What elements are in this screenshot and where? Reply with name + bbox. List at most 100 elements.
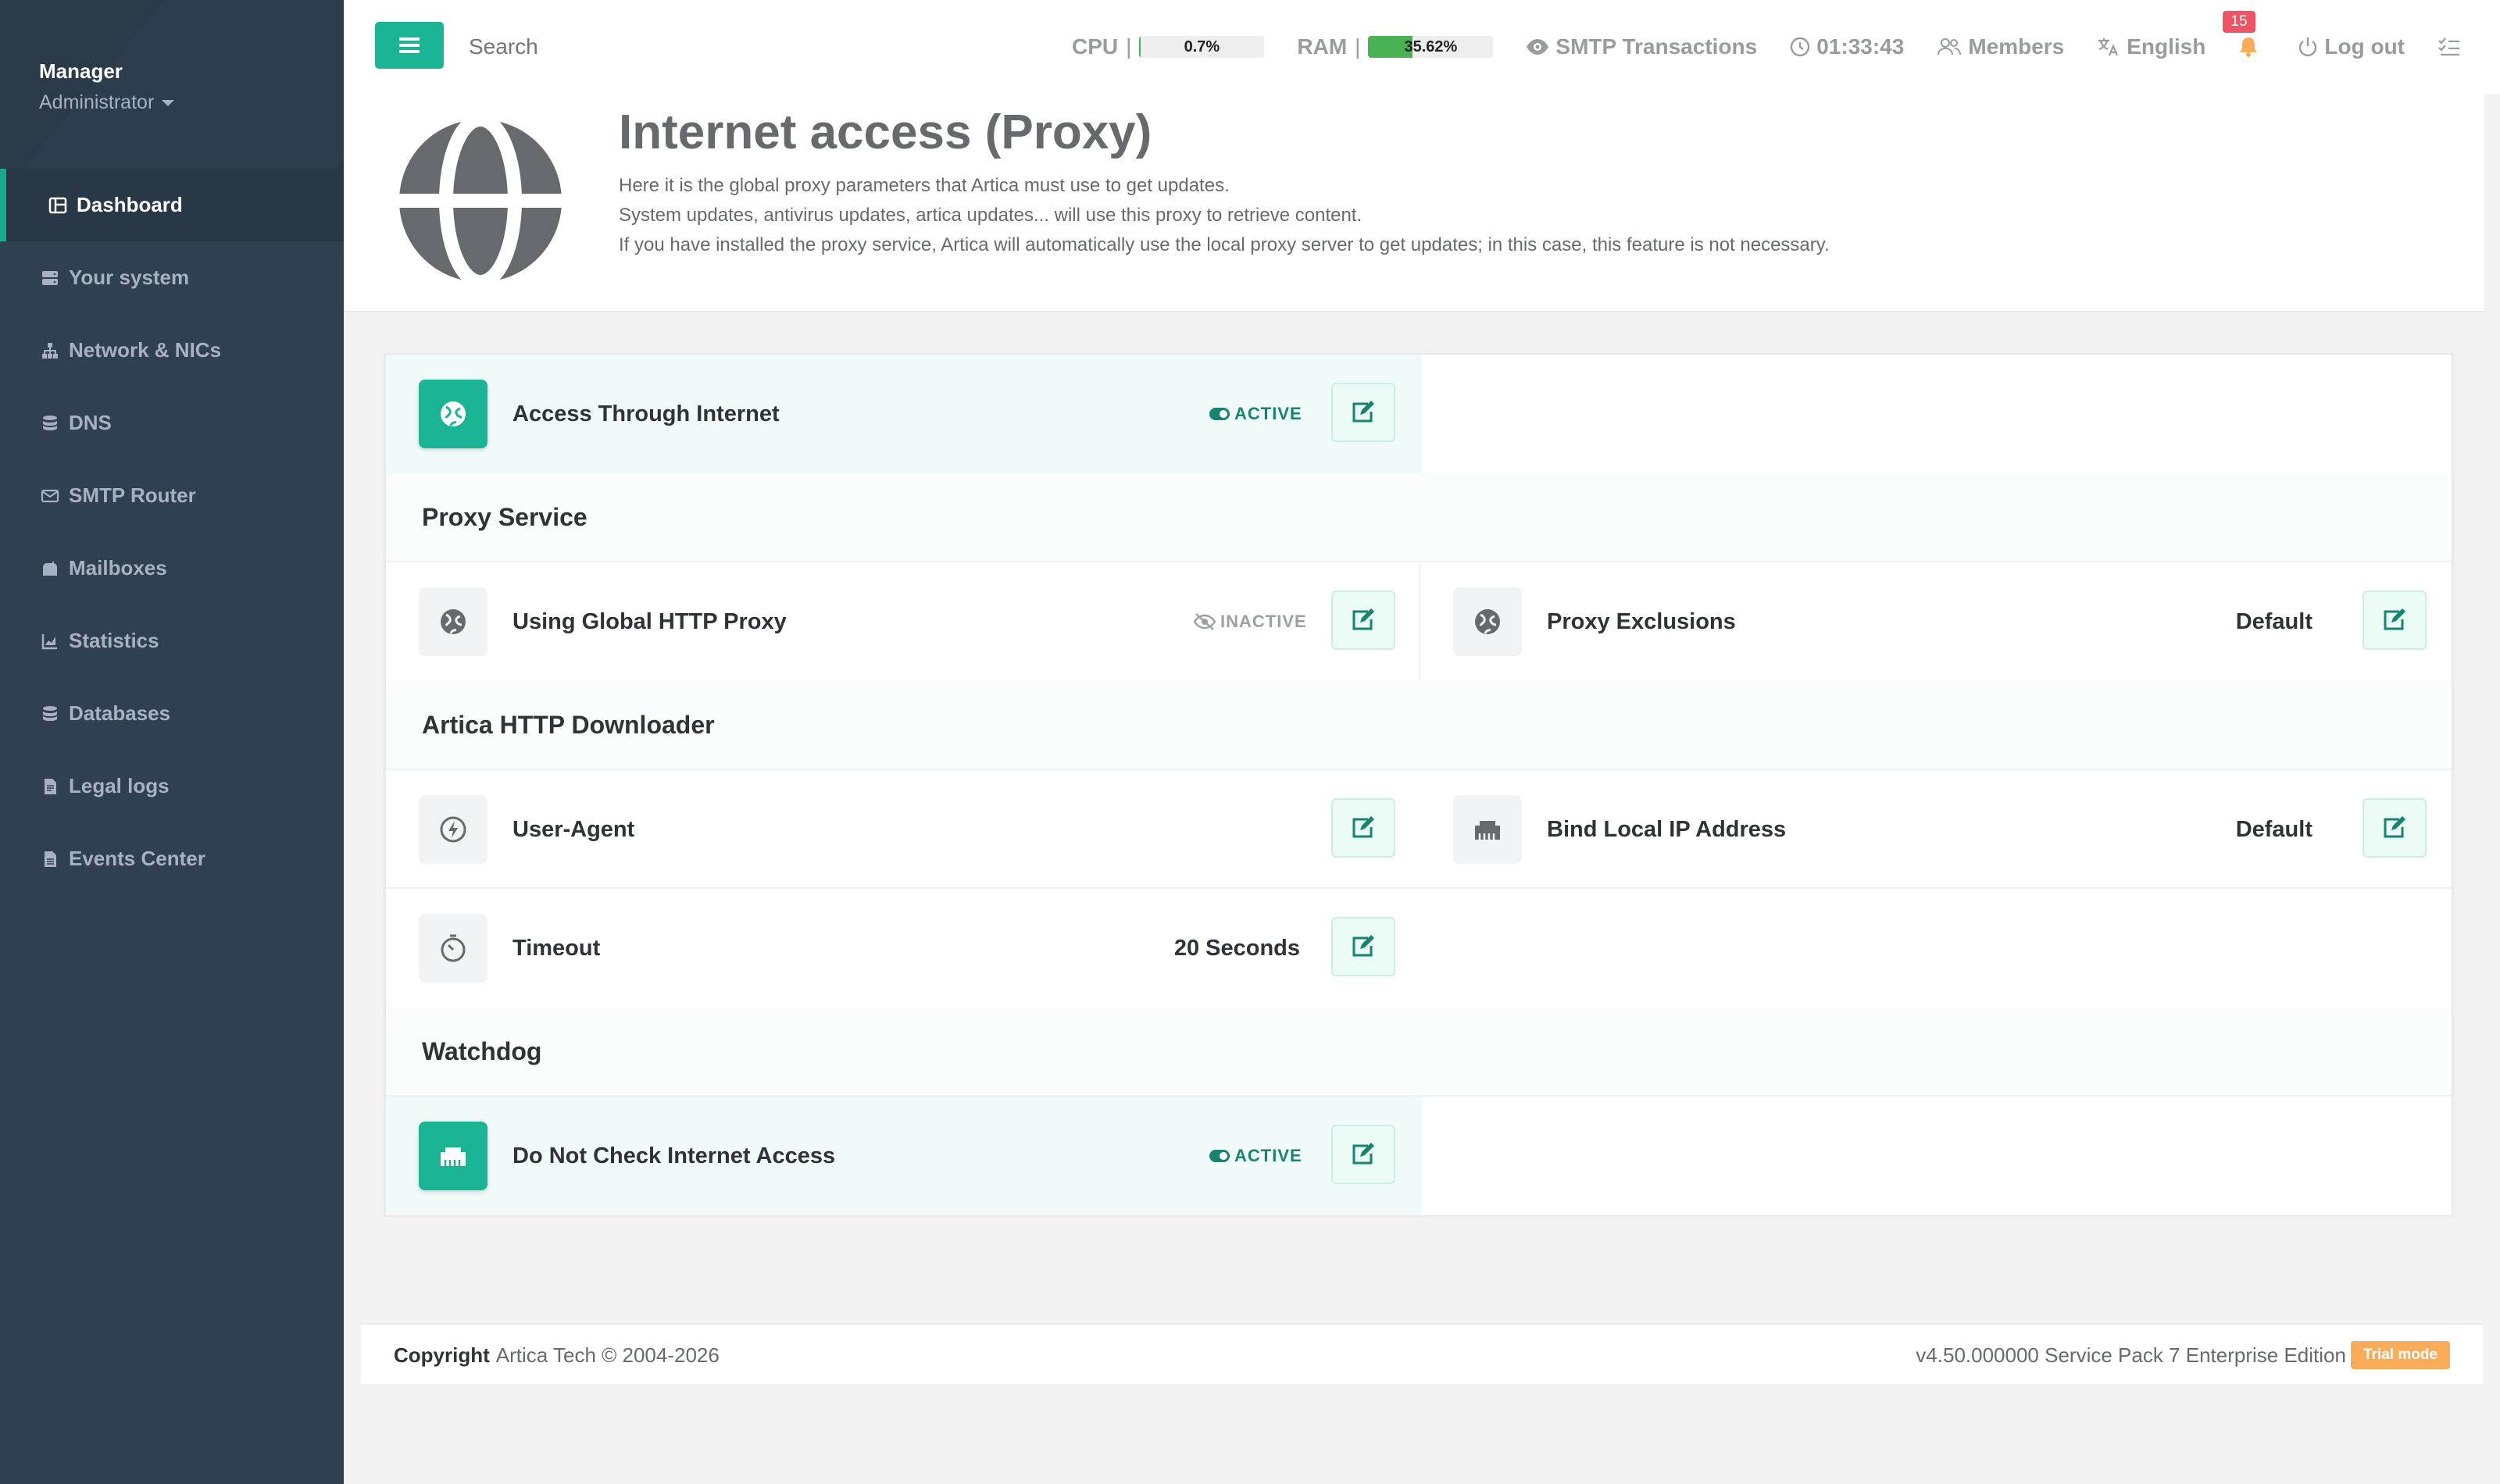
timeout-cell: Timeout 20 Seconds — [386, 889, 1419, 1008]
sidebar-item-network[interactable]: Network & NICs — [0, 314, 344, 387]
ethernet-icon — [419, 1122, 488, 1190]
page-header: Internet access (Proxy) Here it is the g… — [344, 94, 2484, 312]
sidebar-item-label: Network & NICs — [69, 338, 222, 362]
sidebar-item-label: Legal logs — [69, 774, 170, 797]
language-label: English — [2127, 34, 2206, 59]
sidebar-item-statistics[interactable]: Statistics — [0, 605, 344, 677]
settings-row: Access Through Internet ACTIVE — [386, 355, 2452, 473]
sidebar-item-label: Dashboard — [77, 193, 183, 216]
timeout-value: 20 Seconds — [1173, 935, 1300, 961]
profile-role-dropdown[interactable]: Administrator — [39, 91, 305, 114]
tasks-list-icon — [2438, 37, 2459, 56]
sidebar-item-label: SMTP Router — [69, 483, 196, 507]
server-icon — [41, 269, 59, 287]
version-info: v4.50.000000 Service Pack 7 Enterprise E… — [1916, 1325, 2450, 1386]
notifications-button[interactable]: 15 — [2223, 11, 2265, 58]
sidebar-item-dns[interactable]: DNS — [0, 387, 344, 459]
sidebar-item-your-system[interactable]: Your system — [0, 241, 344, 314]
language-selector[interactable]: English — [2097, 34, 2205, 59]
network-icon — [41, 341, 59, 360]
smtp-transactions-link[interactable]: SMTP Transactions — [1526, 34, 1757, 59]
toggle-on-icon — [1209, 1150, 1230, 1162]
user-agent-cell: User-Agent — [386, 770, 1419, 889]
sidebar-item-label: Your system — [69, 266, 190, 289]
proxy-exclusions-cell: Proxy Exclusions Default — [1420, 562, 2452, 681]
cpu-bar: 0.7% — [1139, 36, 1265, 58]
proxy-exclusions-label: Proxy Exclusions — [1547, 608, 1736, 634]
status-text: ACTIVE — [1234, 404, 1302, 423]
clock-icon — [1791, 37, 1810, 57]
top-navbar: CPU | 0.7% RAM | 35.62% SMTP Transaction… — [344, 0, 2500, 94]
globe-icon — [419, 380, 488, 448]
sidebar-item-mailboxes[interactable]: Mailboxes — [0, 532, 344, 605]
profile-name: Manager — [39, 59, 123, 83]
hamburger-icon — [399, 37, 420, 53]
users-icon — [1938, 38, 1962, 55]
status-text: ACTIVE — [1234, 1146, 1302, 1165]
sidebar-item-dashboard[interactable]: Dashboard — [0, 169, 344, 241]
status-badge: ACTIVE — [1209, 355, 1302, 473]
copyright: Copyright Artica Tech © 2004-2026 — [394, 1325, 720, 1386]
settings-row: User-Agent Bind Local IP Address Default — [386, 770, 2452, 889]
status-badge: INACTIVE — [1194, 562, 1307, 681]
smtp-transactions-label: SMTP Transactions — [1555, 34, 1758, 59]
global-http-proxy-label: Using Global HTTP Proxy — [512, 608, 787, 634]
edit-user-agent-button[interactable] — [1331, 798, 1395, 858]
document-icon — [41, 850, 59, 869]
sidebar-item-smtp-router[interactable]: SMTP Router — [0, 459, 344, 532]
ram-separator: | — [1355, 34, 1361, 59]
database-icon — [41, 414, 59, 433]
menu-toggle-button[interactable] — [375, 22, 444, 69]
global-http-proxy-cell: Using Global HTTP Proxy INACTIVE — [386, 562, 1419, 681]
sidebar-item-databases[interactable]: Databases — [0, 677, 344, 750]
description-line: System updates, antivirus updates, artic… — [619, 205, 1362, 226]
caret-down-icon — [162, 100, 175, 107]
copyright-text: Artica Tech © 2004-2026 — [495, 1343, 720, 1367]
edit-timeout-button[interactable] — [1331, 917, 1395, 976]
ethernet-icon — [1453, 795, 1522, 864]
sidebar-item-label: DNS — [69, 411, 112, 434]
settings-row: Using Global HTTP Proxy INACTIVE Proxy E… — [386, 562, 2452, 681]
access-through-internet-label: Access Through Internet — [512, 401, 780, 426]
toggle-on-icon — [1209, 408, 1230, 420]
translate-icon — [2098, 38, 2119, 56]
chart-icon — [41, 632, 59, 651]
version-text: v4.50.000000 Service Pack 7 Enterprise E… — [1916, 1343, 2346, 1367]
sidebar-item-events-center[interactable]: Events Center — [0, 822, 344, 895]
logout-button[interactable]: Log out — [2298, 34, 2405, 59]
cpu-label: CPU — [1071, 34, 1119, 59]
edit-proxy-exclusions-button[interactable] — [2362, 590, 2427, 650]
power-icon — [2299, 37, 2317, 57]
edit-icon — [2384, 608, 2405, 630]
members-link[interactable]: Members — [1937, 34, 2064, 59]
edit-access-through-internet-button[interactable] — [1331, 383, 1395, 442]
globe-icon — [1453, 587, 1522, 656]
sidebar: Manager Administrator Dashboard Your sys… — [0, 0, 344, 1484]
stopwatch-icon — [419, 914, 488, 983]
eye-icon — [1527, 39, 1549, 55]
copyright-label: Copyright — [394, 1343, 490, 1367]
top-items: CPU | 0.7% RAM | 35.62% SMTP Transaction… — [1072, 0, 2500, 94]
tasks-toggle-button[interactable] — [2438, 37, 2467, 57]
do-not-check-internet-label: Do Not Check Internet Access — [512, 1143, 836, 1168]
timeout-label: Timeout — [512, 935, 601, 961]
bind-local-ip-value: Default — [2235, 816, 2312, 842]
globe-icon — [419, 587, 488, 656]
sidebar-item-legal-logs[interactable]: Legal logs — [0, 750, 344, 822]
edit-do-not-check-internet-button[interactable] — [1331, 1125, 1395, 1184]
proxy-exclusions-value: Default — [2235, 608, 2312, 634]
status-badge: ACTIVE — [1209, 1097, 1302, 1215]
edit-bind-local-ip-button[interactable] — [2362, 798, 2427, 858]
do-not-check-internet-cell: Do Not Check Internet Access ACTIVE — [386, 1097, 1422, 1215]
cpu-value: 0.7% — [1184, 38, 1220, 55]
bolt-icon — [419, 795, 488, 864]
cpu-meter: CPU | 0.7% — [1071, 34, 1265, 59]
envelope-icon — [41, 487, 59, 505]
mailbox-icon — [41, 559, 59, 578]
bind-local-ip-cell: Bind Local IP Address Default — [1420, 770, 2452, 889]
eye-slash-icon — [1194, 613, 1216, 630]
section-title-http-downloader: Artica HTTP Downloader — [386, 681, 2452, 770]
logout-label: Log out — [2324, 34, 2405, 59]
edit-global-http-proxy-button[interactable] — [1331, 590, 1395, 650]
search-input[interactable] — [469, 30, 781, 64]
